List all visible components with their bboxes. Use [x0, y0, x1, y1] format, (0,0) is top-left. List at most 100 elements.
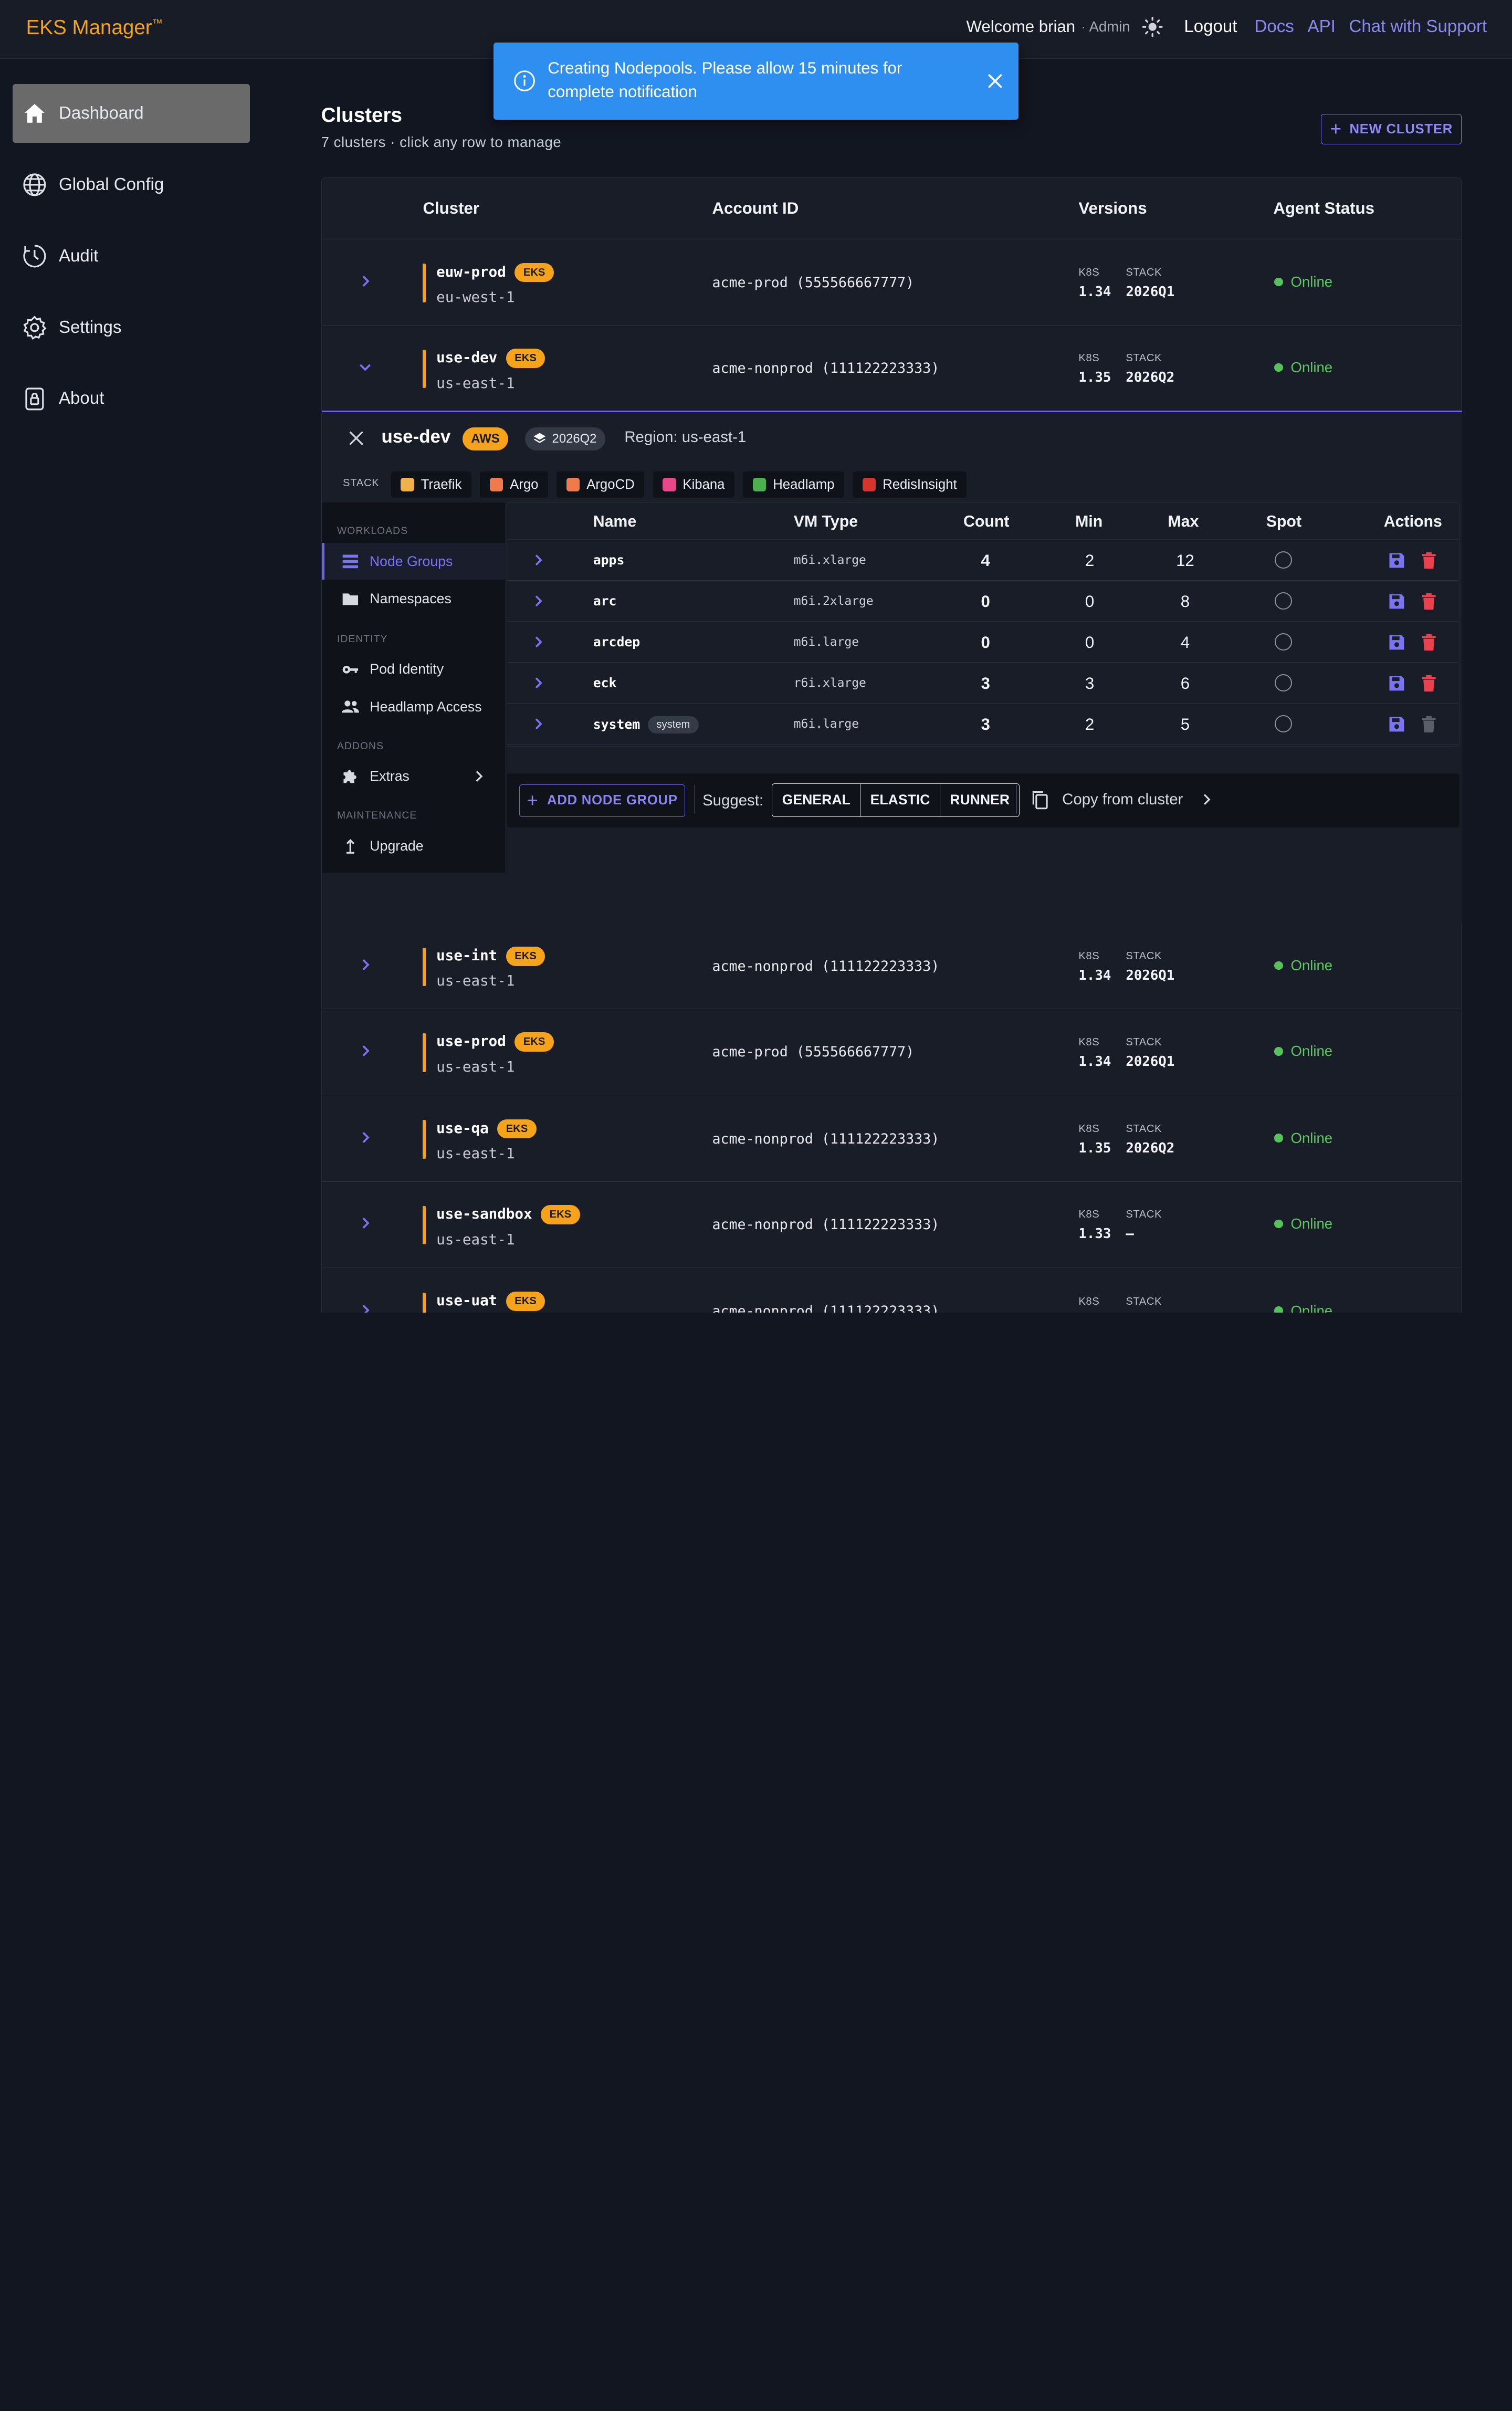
- table-row[interactable]: arc m6i.2xlarge 0 0 8: [507, 581, 1458, 622]
- chevron-right-icon[interactable]: [356, 1302, 374, 1313]
- chevron-right-icon[interactable]: [530, 552, 545, 568]
- column-header-agent-status[interactable]: Agent Status: [1273, 199, 1374, 218]
- node-max[interactable]: 4: [1166, 633, 1204, 652]
- save-icon[interactable]: [1388, 633, 1406, 652]
- close-icon[interactable]: [985, 71, 1005, 91]
- k8s-label: K8S: [1078, 1123, 1100, 1135]
- node-max[interactable]: 6: [1166, 674, 1204, 693]
- subnav-headlamp-access[interactable]: Headlamp Access: [322, 689, 505, 726]
- chevron-right-icon[interactable]: [356, 1129, 374, 1146]
- system-badge: system: [647, 716, 699, 734]
- node-max[interactable]: 12: [1166, 551, 1204, 570]
- status-dot: [1274, 1219, 1283, 1229]
- delete-icon[interactable]: [1421, 551, 1437, 570]
- sidebar-item-settings[interactable]: Settings: [13, 298, 250, 357]
- theme-toggle-sun-icon[interactable]: [1142, 16, 1163, 37]
- chevron-right-icon[interactable]: [356, 1214, 374, 1232]
- sidebar-item-global-config[interactable]: Global Config: [13, 155, 250, 214]
- chevron-right-icon[interactable]: [356, 956, 374, 973]
- node-min[interactable]: 2: [1070, 551, 1109, 570]
- stack-version: —: [1126, 1226, 1134, 1242]
- subnav-extras[interactable]: Extras: [322, 758, 505, 795]
- preset-elastic-button[interactable]: ELASTIC: [860, 783, 940, 816]
- stack-version: 2026Q2: [1126, 370, 1175, 386]
- chevron-down-icon[interactable]: [356, 358, 374, 375]
- stack-app-chip[interactable]: Kibana: [653, 471, 734, 498]
- stack-app-chip[interactable]: RedisInsight: [853, 471, 967, 498]
- node-min[interactable]: 0: [1070, 633, 1109, 652]
- new-cluster-button[interactable]: + NEW CLUSTER: [1321, 113, 1462, 145]
- brand-logo[interactable]: EKS Manager™: [26, 16, 163, 39]
- node-group-actions: + ADD NODE GROUP Suggest: GENERAL ELASTIC…: [507, 773, 1460, 828]
- cluster-name: use-dev EKS: [436, 349, 545, 368]
- spot-radio[interactable]: [1275, 551, 1293, 569]
- chevron-right-icon[interactable]: [356, 1042, 374, 1060]
- table-row[interactable]: use-sandbox EKS us-east-1 acme-nonprod (111…: [321, 1182, 1463, 1268]
- chevron-right-icon[interactable]: [530, 634, 545, 649]
- save-icon[interactable]: [1388, 674, 1406, 693]
- table-row[interactable]: use-uatEKSus-east-1acme-nonprod (1111222…: [322, 1269, 1463, 1313]
- column-header-account-id[interactable]: Account ID: [712, 199, 799, 218]
- save-icon[interactable]: [1388, 715, 1406, 733]
- delete-icon[interactable]: [1421, 674, 1437, 693]
- logout-link[interactable]: Logout: [1184, 17, 1237, 37]
- table-row[interactable]: use-int EKS us-east-1 acme-nonprod (1111222…: [321, 924, 1463, 1010]
- copy-from-cluster-button[interactable]: Copy from cluster: [1030, 789, 1214, 810]
- subnav-namespaces[interactable]: Namespaces: [322, 581, 505, 617]
- spot-radio[interactable]: [1275, 633, 1293, 651]
- redisinsight-icon: [862, 478, 876, 492]
- clusters-table: Cluster Account ID Versions Agent Status…: [321, 177, 1463, 1313]
- spot-radio[interactable]: [1275, 674, 1293, 692]
- chat-support-link[interactable]: Chat with Support: [1349, 17, 1487, 37]
- table-row[interactable]: eck r6i.xlarge 3 3 6: [507, 663, 1458, 704]
- sidebar-item-audit[interactable]: Audit: [13, 227, 250, 286]
- chevron-right-icon[interactable]: [530, 593, 545, 609]
- k8s-version: 1.35: [1078, 370, 1111, 386]
- cluster-accent-bar: [423, 349, 426, 389]
- table-row[interactable]: euw-prod EKS eu-west-1 acme-prod (555566667…: [321, 239, 1463, 326]
- preset-general-button[interactable]: GENERAL: [772, 783, 861, 816]
- subnav-node-groups[interactable]: Node Groups: [321, 543, 505, 580]
- delete-icon[interactable]: [1421, 592, 1437, 611]
- preset-runner-button[interactable]: RUNNER: [940, 784, 1020, 816]
- sidebar-item-dashboard[interactable]: Dashboard: [12, 83, 250, 143]
- table-row[interactable]: use-dev EKS us-east-1 acme-nonprod (1111222…: [321, 326, 1463, 412]
- table-row[interactable]: system system m6i.large 3 2 5: [507, 704, 1458, 745]
- plus-icon: +: [527, 789, 539, 811]
- close-detail-icon[interactable]: [348, 429, 365, 447]
- add-node-group-button[interactable]: + ADD NODE GROUP: [519, 784, 686, 817]
- table-row[interactable]: use-qa EKS us-east-1 acme-nonprod (11112222…: [321, 1096, 1463, 1182]
- subnav-pod-identity[interactable]: Pod Identity: [322, 651, 505, 688]
- save-icon[interactable]: [1388, 551, 1406, 570]
- list-icon: [342, 554, 358, 569]
- node-count: 3: [981, 674, 990, 693]
- node-min[interactable]: 0: [1070, 592, 1109, 611]
- table-row[interactable]: arcdep m6i.large 0 0 4: [507, 622, 1458, 663]
- docs-link[interactable]: Docs: [1255, 17, 1294, 37]
- sidebar-item-about[interactable]: About: [13, 369, 250, 428]
- column-header-versions[interactable]: Versions: [1078, 199, 1147, 218]
- stack-app-chip[interactable]: Argo: [480, 471, 548, 498]
- chevron-right-icon[interactable]: [530, 716, 545, 731]
- spot-radio[interactable]: [1275, 715, 1293, 733]
- column-header-cluster[interactable]: Cluster: [423, 199, 479, 218]
- account-id: acme-prod (555566667777): [712, 1044, 915, 1061]
- stack-app-chip[interactable]: ArgoCD: [556, 471, 644, 498]
- cluster-region: us-east-1: [436, 1231, 515, 1248]
- node-min[interactable]: 3: [1070, 674, 1109, 693]
- chevron-right-icon[interactable]: [356, 272, 374, 290]
- spot-radio[interactable]: [1275, 592, 1293, 610]
- node-min[interactable]: 2: [1070, 715, 1109, 734]
- subnav-upgrade[interactable]: Upgrade: [322, 827, 505, 864]
- delete-icon[interactable]: [1421, 633, 1437, 652]
- api-link[interactable]: API: [1308, 17, 1336, 37]
- table-row[interactable]: apps m6i.xlarge 4 2 12: [507, 540, 1458, 581]
- node-max[interactable]: 5: [1166, 715, 1204, 734]
- stack-app-chip[interactable]: Traefik: [391, 471, 471, 498]
- save-icon[interactable]: [1388, 592, 1406, 611]
- stack-app-chip[interactable]: Headlamp: [743, 471, 844, 498]
- chevron-right-icon[interactable]: [530, 675, 545, 690]
- node-max[interactable]: 8: [1166, 592, 1204, 611]
- table-row[interactable]: use-prod EKS us-east-1 acme-prod (555566667…: [321, 1009, 1463, 1095]
- eks-badge: EKS: [514, 1032, 554, 1052]
